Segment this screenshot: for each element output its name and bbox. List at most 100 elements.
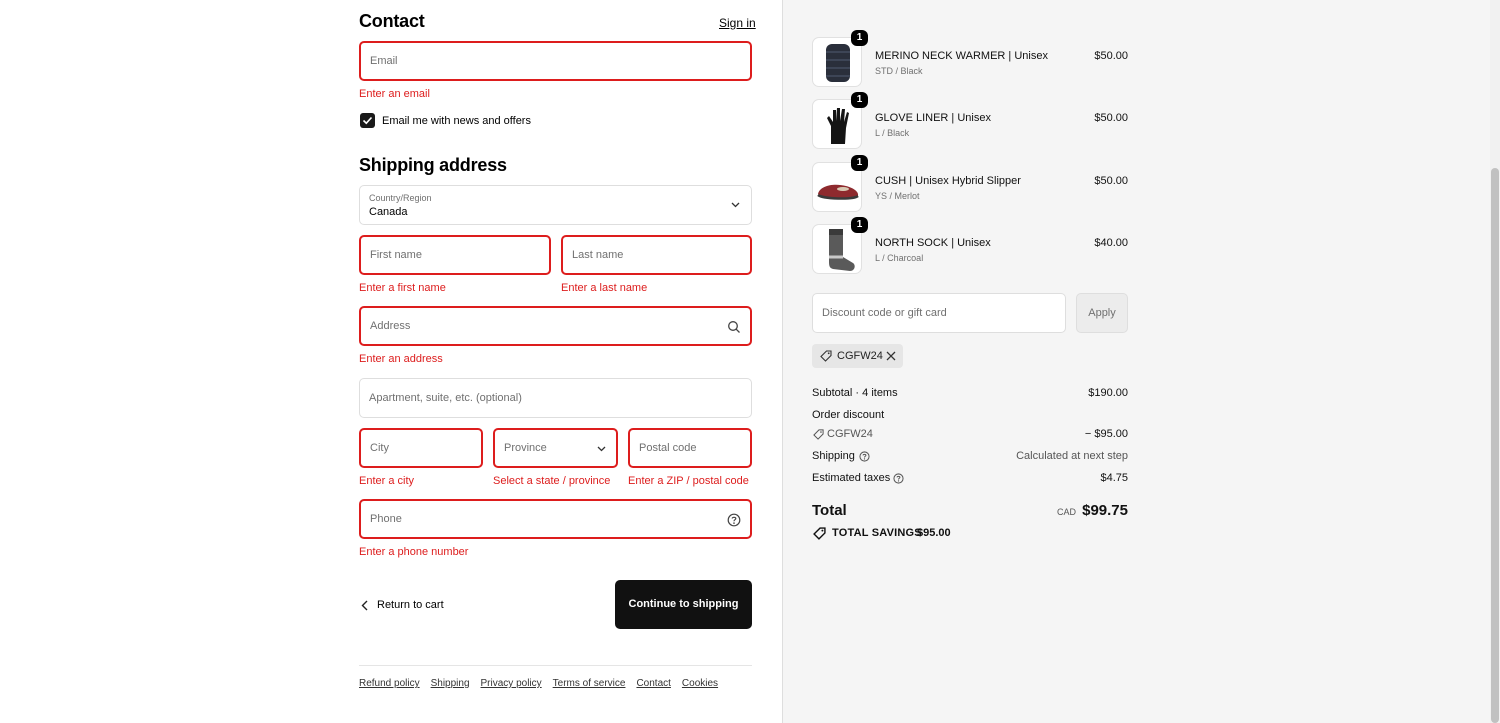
address-error: Enter an address [359,353,443,365]
cart-item: 1 CUSH | Unisex Hybrid Slipper YS / Merl… [812,155,1128,212]
email-error: Enter an email [359,88,430,100]
address-field[interactable]: Address [359,306,752,346]
total-value: $99.75 [1082,502,1128,519]
discount-code-input[interactable]: Discount code or gift card [812,293,1066,333]
product-name: MERINO NECK WARMER | Unisex [875,50,1048,62]
applied-discount-code: CGFW24 [837,350,883,362]
total-savings-value: $95.00 [917,527,951,539]
province-select[interactable]: Province [493,428,618,468]
page-scrollbar[interactable] [1490,0,1500,723]
postal-code-placeholder: Postal code [639,442,697,454]
total-row: Total CAD $99.75 [812,502,1128,522]
postal-code-error: Enter a ZIP / postal code [628,475,749,487]
summary-discount-code: CGFW24 [827,428,873,440]
tag-icon [813,429,824,440]
product-variant: STD / Black [875,66,923,76]
footer-divider [359,665,752,666]
subtotal-row: Subtotal · 4 items $190.00 [812,387,1128,399]
chevron-down-icon [731,202,740,208]
total-savings-label: TOTAL SAVINGS [832,527,922,539]
continue-to-shipping-button[interactable]: Continue to shipping [615,580,752,629]
search-icon [728,321,740,333]
cart-item: 1 MERINO NECK WARMER | Unisex STD / Blac… [812,30,1128,87]
tag-icon [813,527,826,540]
postal-code-field[interactable]: Postal code [628,428,752,468]
apartment-placeholder: Apartment, suite, etc. (optional) [369,392,522,404]
last-name-field[interactable]: Last name [561,235,752,275]
city-placeholder: City [370,442,389,454]
quantity-badge: 1 [851,217,868,233]
taxes-label: Estimated taxes [812,472,891,484]
contact-heading: Contact [359,11,425,31]
product-variant: YS / Merlot [875,191,920,201]
apartment-field[interactable]: Apartment, suite, etc. (optional) [359,378,752,418]
product-price: $40.00 [1094,237,1128,249]
newsletter-checkbox[interactable] [360,113,375,128]
city-error: Enter a city [359,475,415,487]
footer-link-terms-of-service[interactable]: Terms of service [553,678,626,689]
first-name-field[interactable]: First name [359,235,551,275]
country-select[interactable]: Country/Region Canada [359,185,752,225]
help-icon[interactable] [893,473,904,484]
help-icon[interactable] [859,451,870,462]
shipping-label: Shipping [812,450,855,462]
shipping-value: Calculated at next step [1016,450,1128,462]
quantity-badge: 1 [851,155,868,171]
phone-field[interactable]: Phone [359,499,752,539]
quantity-badge: 1 [851,92,868,108]
province-error: Select a state / province [493,475,611,487]
product-price: $50.00 [1094,112,1128,124]
first-name-placeholder: First name [370,249,422,261]
last-name-error: Enter a last name [561,282,648,294]
cart-item: 1 NORTH SOCK | Unisex L / Charcoal $40.0… [812,217,1128,274]
product-price: $50.00 [1094,175,1128,187]
product-variant: L / Black [875,128,910,138]
province-placeholder: Province [504,442,547,454]
email-field[interactable]: Email [359,41,752,81]
city-field[interactable]: City [359,428,483,468]
phone-placeholder: Phone [370,513,402,525]
country-value: Canada [369,206,408,218]
chevron-left-icon [361,600,368,611]
product-name: GLOVE LINER | Unisex [875,112,991,124]
newsletter-label: Email me with news and offers [382,115,531,127]
email-placeholder: Email [370,55,398,67]
address-placeholder: Address [370,320,411,332]
order-discount-row: Order discount [812,409,1128,421]
taxes-value: $4.75 [1100,472,1128,484]
footer-link-contact[interactable]: Contact [636,678,670,689]
return-to-cart-label: Return to cart [377,599,444,611]
subtotal-value: $190.00 [1088,387,1128,399]
chevron-down-icon [597,446,606,452]
footer-link-cookies[interactable]: Cookies [682,678,718,689]
applied-discount-chip: CGFW24 [812,344,903,368]
last-name-placeholder: Last name [572,249,624,261]
close-icon[interactable] [886,351,896,361]
discount-placeholder: Discount code or gift card [822,307,947,319]
footer-link-refund-policy[interactable]: Refund policy [359,678,420,689]
subtotal-label: Subtotal · 4 items [812,387,898,399]
product-name: CUSH | Unisex Hybrid Slipper [875,175,1021,187]
apply-discount-button[interactable]: Apply [1076,293,1128,333]
shipping-heading: Shipping address [359,155,507,175]
taxes-row: Estimated taxes $4.75 [812,472,1128,484]
tag-icon [820,350,832,362]
footer-links: Refund policy Shipping Privacy policy Te… [359,678,718,689]
footer-link-privacy-policy[interactable]: Privacy policy [481,678,542,689]
footer-link-shipping[interactable]: Shipping [431,678,470,689]
phone-error: Enter a phone number [359,546,469,558]
sign-in-link[interactable]: Sign in [719,16,756,30]
first-name-error: Enter a first name [359,282,446,294]
product-price: $50.00 [1094,50,1128,62]
product-name: NORTH SOCK | Unisex [875,237,991,249]
help-icon[interactable] [727,513,741,527]
product-variant: L / Charcoal [875,253,924,263]
checkout-form-panel: Contact Sign in Email Enter an email Ema… [0,0,782,723]
scrollbar-thumb[interactable] [1491,168,1499,723]
shipping-row: Shipping Calculated at next step [812,450,1128,462]
total-currency: CAD [1056,507,1076,517]
check-icon [362,116,373,125]
order-discount-label: Order discount [812,409,885,421]
total-label: Total [812,502,847,519]
cart-item: 1 GLOVE LINER | Unisex L / Black $50.00 [812,92,1128,149]
